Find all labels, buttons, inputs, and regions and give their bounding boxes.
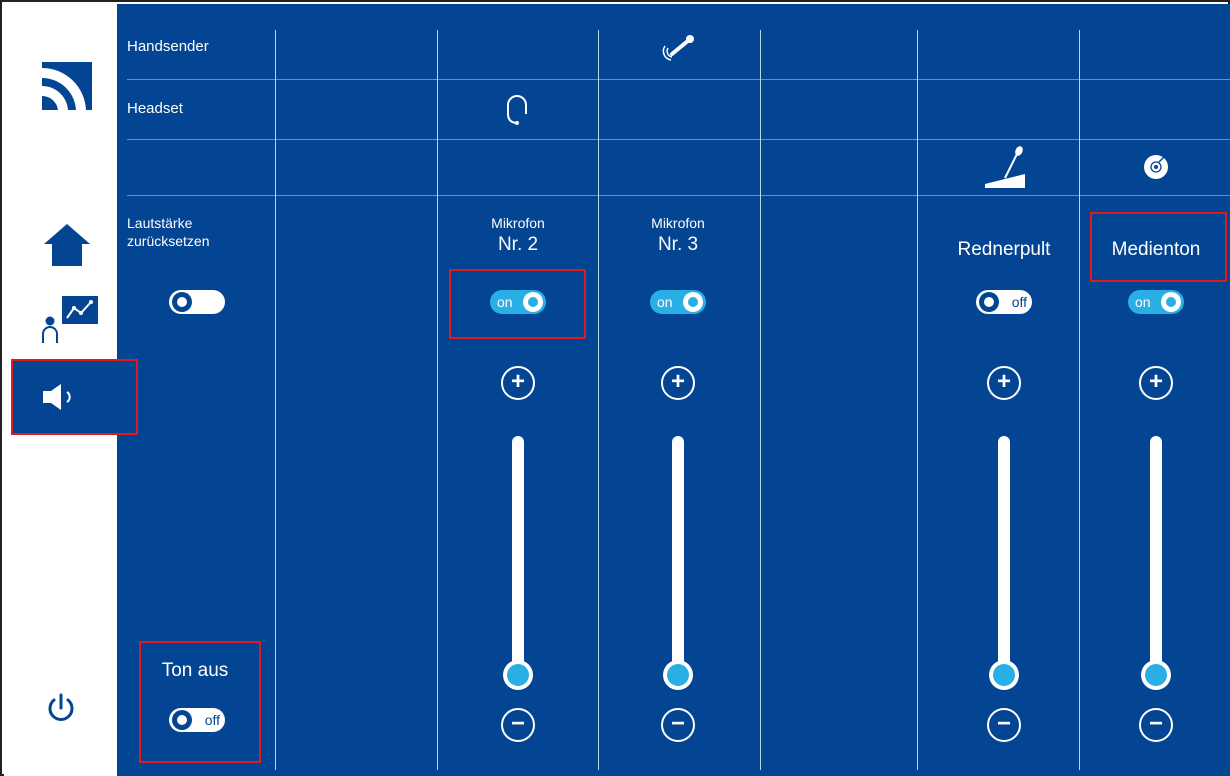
channel-mic2-title: Mikrofon Nr. 2	[468, 214, 568, 258]
row-label-headset: Headset	[127, 100, 183, 117]
row-divider	[127, 79, 1230, 80]
app-frame: Handsender Headset Lautstärke zurücksetz…	[0, 0, 1230, 776]
toggle-knob	[523, 292, 543, 312]
channel-mic2-title-small: Mikrofon	[491, 215, 545, 231]
headset-icon	[507, 95, 527, 125]
channel-mic3-title-small: Mikrofon	[651, 215, 705, 231]
presenter-chart-icon[interactable]	[42, 294, 102, 344]
reset-volume-toggle[interactable]	[169, 290, 225, 314]
reset-volume-label-line2: zurücksetzen	[127, 233, 210, 249]
lectern-mic-icon	[985, 146, 1025, 188]
speaker-icon	[43, 384, 71, 410]
channel-mic2-volume-down-button[interactable]: −	[501, 708, 535, 742]
handheld-mic-icon	[662, 35, 694, 61]
channel-media-title: Medienton	[1111, 239, 1201, 260]
row-label-handsender: Handsender	[127, 38, 209, 55]
channel-media-volume-track[interactable]	[1150, 436, 1162, 676]
channel-mic2-volume-thumb[interactable]	[503, 660, 533, 690]
toggle-knob	[172, 710, 192, 730]
column-divider	[437, 30, 438, 770]
channel-mic3-volume-down-button[interactable]: −	[661, 708, 695, 742]
channel-mic3-volume-thumb[interactable]	[663, 660, 693, 690]
toggle-knob	[683, 292, 703, 312]
brand-logo-icon	[42, 62, 92, 110]
reset-volume-label-line1: Lautstärke	[127, 215, 193, 231]
audio-panel: Handsender Headset Lautstärke zurücksetz…	[117, 4, 1230, 776]
channel-mic3-title-big: Nr. 3	[657, 234, 699, 255]
channel-lectern-volume-track[interactable]	[998, 436, 1010, 676]
mute-toggle-state: off	[204, 712, 220, 728]
column-divider	[917, 30, 918, 770]
power-icon[interactable]	[46, 692, 76, 724]
channel-mic3-toggle[interactable]: on	[650, 290, 706, 314]
channel-media-volume-thumb[interactable]	[1141, 660, 1171, 690]
column-divider	[598, 30, 599, 770]
channel-lectern-title: Rednerpult	[957, 239, 1051, 260]
mute-label: Ton aus	[161, 660, 229, 681]
channel-mic2-toggle[interactable]: on	[490, 290, 546, 314]
home-icon[interactable]	[42, 222, 92, 268]
channel-media-volume-down-button[interactable]: −	[1139, 708, 1173, 742]
row-divider	[127, 139, 1230, 140]
reset-volume-label: Lautstärke zurücksetzen	[127, 214, 209, 250]
channel-lectern-toggle-state: off	[1011, 294, 1027, 310]
channel-mic2-volume-track[interactable]	[512, 436, 524, 676]
channel-mic3-volume-up-button[interactable]: +	[661, 366, 695, 400]
channel-mic2-toggle-state: on	[497, 294, 513, 310]
channel-mic2-title-big: Nr. 2	[497, 234, 539, 255]
channel-mic3-toggle-state: on	[657, 294, 673, 310]
channel-mic2-volume-up-button[interactable]: +	[501, 366, 535, 400]
sidebar	[4, 4, 136, 776]
column-divider	[1079, 30, 1080, 770]
channel-mic3-title: Mikrofon Nr. 3	[628, 214, 728, 258]
column-divider	[275, 30, 276, 770]
channel-media-toggle[interactable]: on	[1128, 290, 1184, 314]
channel-lectern-volume-up-button[interactable]: +	[987, 366, 1021, 400]
channel-media-volume-up-button[interactable]: +	[1139, 366, 1173, 400]
channel-lectern-volume-thumb[interactable]	[989, 660, 1019, 690]
channel-lectern-toggle[interactable]: off	[976, 290, 1032, 314]
toggle-knob	[172, 292, 192, 312]
toggle-knob	[979, 292, 999, 312]
row-divider	[127, 195, 1230, 196]
column-divider	[760, 30, 761, 770]
toggle-knob	[1161, 292, 1181, 312]
media-disc-icon	[1144, 155, 1168, 179]
channel-media-toggle-state: on	[1135, 294, 1151, 310]
mute-toggle[interactable]: off	[169, 708, 225, 732]
channel-mic3-volume-track[interactable]	[672, 436, 684, 676]
channel-lectern-volume-down-button[interactable]: −	[987, 708, 1021, 742]
